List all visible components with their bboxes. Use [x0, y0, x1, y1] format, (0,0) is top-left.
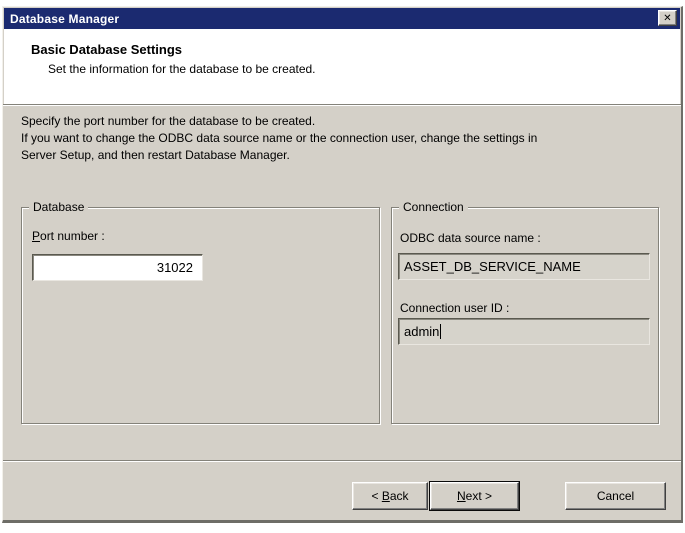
connection-groupbox: Connection ODBC data source name : ASSET…	[391, 207, 659, 424]
header-separator	[3, 104, 681, 106]
connection-user-value: admin	[404, 324, 439, 339]
database-groupbox-legend: Database	[29, 200, 88, 214]
page-title: Basic Database Settings	[31, 42, 182, 57]
instructions-text: Specify the port number for the database…	[21, 113, 661, 164]
port-number-label: Port number :	[32, 229, 105, 243]
text-cursor	[440, 324, 441, 339]
close-button[interactable]: ✕	[658, 10, 677, 26]
connection-user-label: Connection user ID :	[400, 301, 509, 315]
odbc-source-label: ODBC data source name :	[400, 231, 541, 245]
page-subtitle: Set the information for the database to …	[48, 62, 316, 76]
connection-groupbox-legend: Connection	[399, 200, 468, 214]
instructions-line-2: If you want to change the ODBC data sour…	[21, 130, 661, 147]
database-groupbox: Database Port number : 31022	[21, 207, 380, 424]
back-button[interactable]: < Back	[352, 482, 428, 510]
odbc-source-value: ASSET_DB_SERVICE_NAME	[404, 259, 581, 274]
port-number-value: 31022	[157, 260, 193, 275]
cancel-button[interactable]: Cancel	[565, 482, 666, 510]
instructions-line-1: Specify the port number for the database…	[21, 113, 661, 130]
dialog-window: Database Manager ✕ Basic Database Settin…	[2, 6, 683, 523]
wizard-header: Basic Database Settings Set the informat…	[4, 29, 680, 104]
odbc-source-field: ASSET_DB_SERVICE_NAME	[398, 253, 650, 280]
port-number-input[interactable]: 31022	[32, 254, 203, 281]
title-bar[interactable]: Database Manager ✕	[4, 8, 680, 29]
next-button[interactable]: Next >	[430, 482, 519, 510]
connection-user-input[interactable]: admin	[398, 318, 650, 345]
close-icon: ✕	[663, 13, 671, 24]
instructions-line-3: Server Setup, and then restart Database …	[21, 147, 661, 164]
window-title: Database Manager	[10, 12, 119, 26]
footer-separator	[3, 460, 681, 462]
